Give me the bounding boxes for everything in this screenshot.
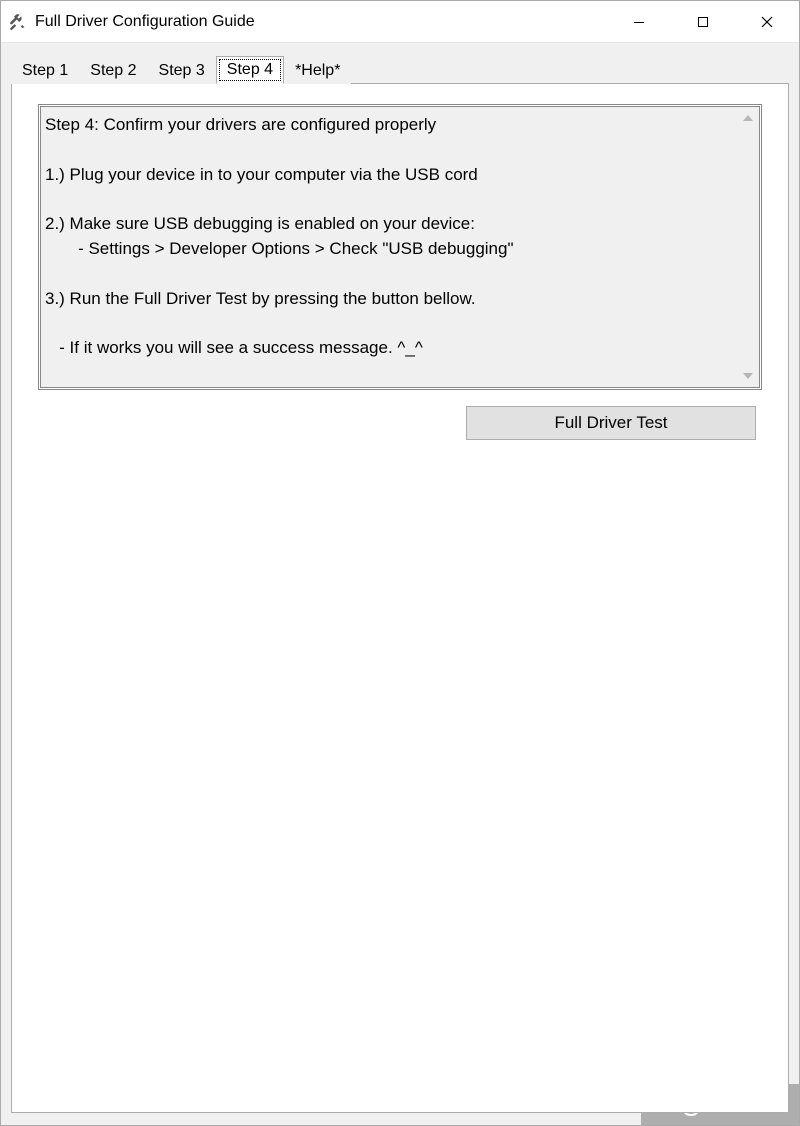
action-row: Full Driver Test <box>38 406 762 440</box>
instruction-panel: Step 4: Confirm your drivers are configu… <box>38 104 762 390</box>
tab-step-3[interactable]: Step 3 <box>148 57 216 84</box>
client-area: Step 1 Step 2 Step 3 Step 4 *Help* Step … <box>1 43 799 1125</box>
tab-step-2[interactable]: Step 2 <box>79 57 147 84</box>
instruction-textbox[interactable]: Step 4: Confirm your drivers are configu… <box>40 106 760 388</box>
tab-page-step-4: Step 4: Confirm your drivers are configu… <box>11 83 789 1113</box>
full-driver-test-button[interactable]: Full Driver Test <box>466 406 756 440</box>
titlebar[interactable]: Full Driver Configuration Guide <box>1 1 799 43</box>
window-title: Full Driver Configuration Guide <box>35 13 607 31</box>
scroll-up-icon[interactable] <box>742 111 754 125</box>
tab-step-1[interactable]: Step 1 <box>11 57 79 84</box>
instruction-text: Step 4: Confirm your drivers are configu… <box>41 107 737 387</box>
window-controls <box>607 1 799 42</box>
tab-help[interactable]: *Help* <box>284 57 351 84</box>
close-button[interactable] <box>735 1 799 42</box>
scroll-down-icon[interactable] <box>742 369 754 383</box>
minimize-button[interactable] <box>607 1 671 42</box>
maximize-button[interactable] <box>671 1 735 42</box>
tab-strip: Step 1 Step 2 Step 3 Step 4 *Help* <box>11 53 789 83</box>
tools-icon <box>7 12 27 32</box>
app-window: Full Driver Configuration Guide Step 1 S… <box>0 0 800 1126</box>
tab-step-4[interactable]: Step 4 <box>216 56 284 84</box>
vertical-scrollbar[interactable] <box>737 107 759 387</box>
